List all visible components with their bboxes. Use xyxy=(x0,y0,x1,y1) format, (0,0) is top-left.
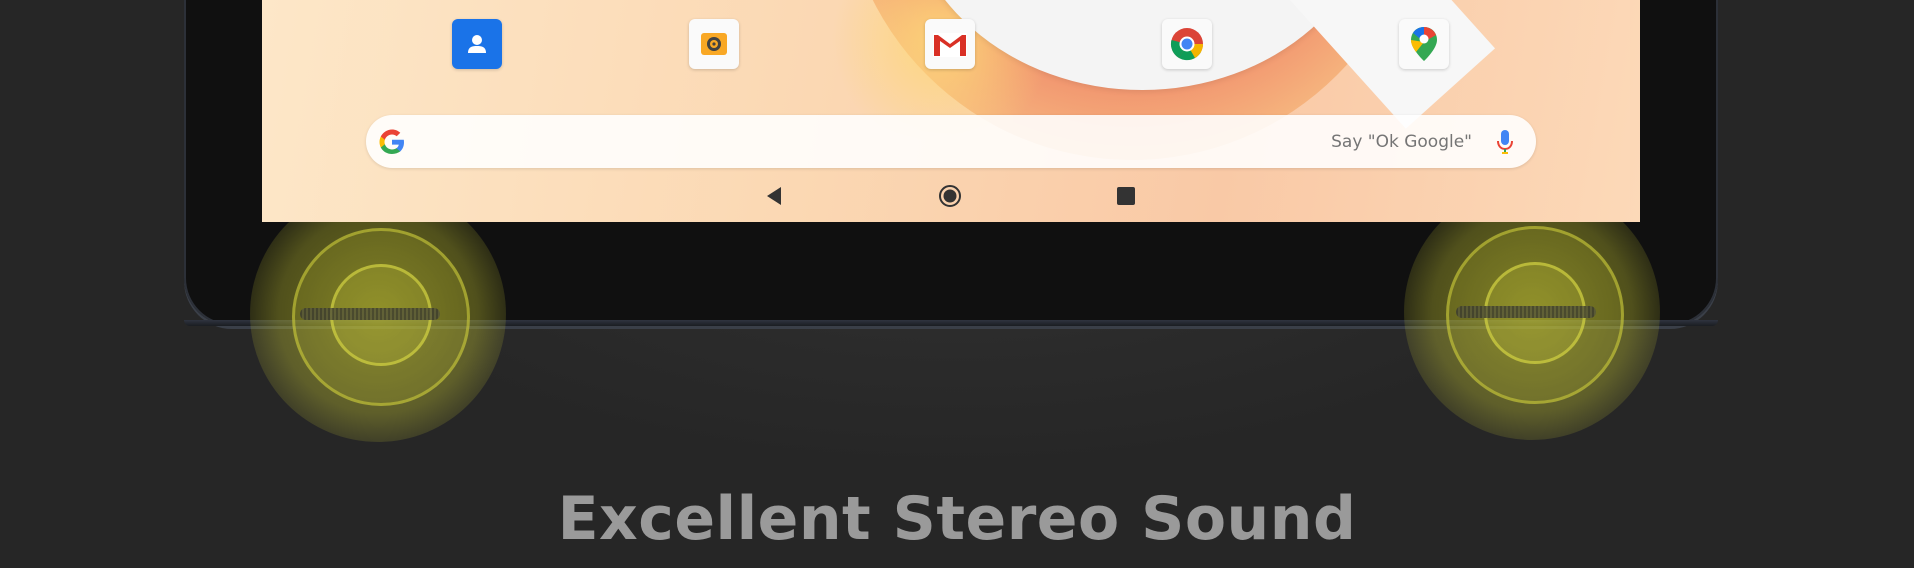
google-logo-icon xyxy=(379,129,404,154)
contacts-icon[interactable] xyxy=(452,19,502,69)
right-speaker-grille xyxy=(1456,306,1596,318)
recents-icon[interactable] xyxy=(1114,184,1138,208)
back-icon[interactable] xyxy=(762,184,786,208)
maps-icon[interactable] xyxy=(1399,19,1449,69)
tablet-screen: Say "Ok Google" xyxy=(262,0,1640,222)
home-icon[interactable] xyxy=(938,184,962,208)
google-search-bar[interactable]: Say "Ok Google" xyxy=(366,115,1536,168)
gmail-icon[interactable] xyxy=(925,19,975,69)
chrome-icon[interactable] xyxy=(1162,19,1212,69)
microphone-icon[interactable] xyxy=(1496,129,1514,155)
camera-icon[interactable] xyxy=(689,19,739,69)
search-hint: Say "Ok Google" xyxy=(1331,132,1472,152)
headline: Excellent Stereo Sound xyxy=(557,484,1357,554)
left-speaker-grille xyxy=(300,308,440,320)
